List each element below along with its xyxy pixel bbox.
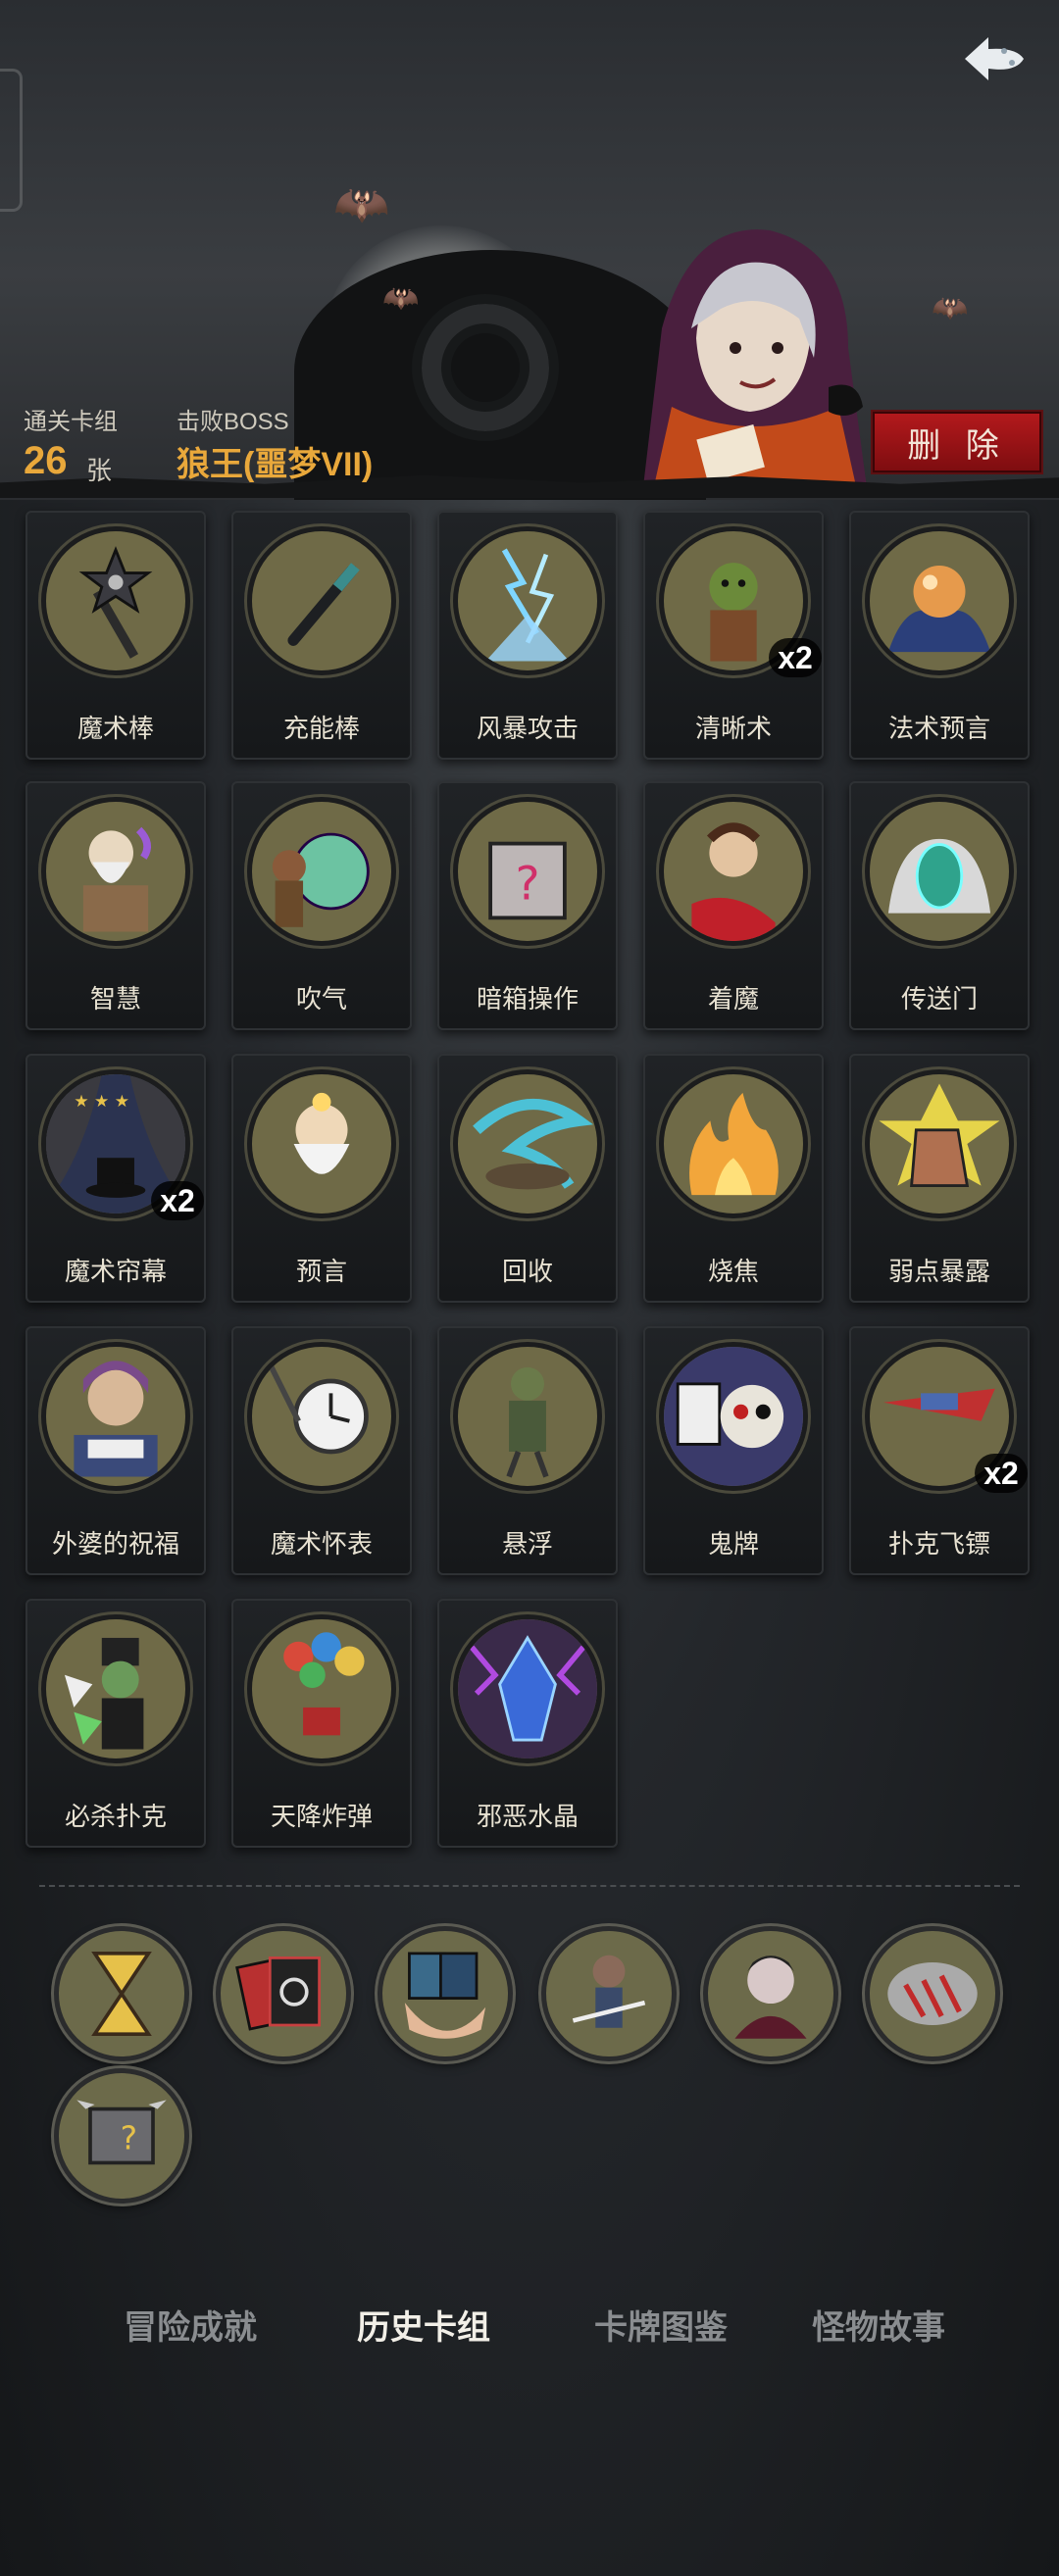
deck-card[interactable]: 风暴攻击 bbox=[437, 511, 618, 760]
card-count-unit: 张 bbox=[86, 456, 113, 485]
knife-juggler-icon[interactable] bbox=[541, 1926, 677, 2061]
card-name: 清晰术 bbox=[694, 714, 772, 743]
deck-card[interactable]: 魔术怀表 bbox=[231, 1326, 412, 1575]
back-arrow-icon bbox=[965, 37, 1024, 80]
card-count-badge: x2 bbox=[151, 1181, 204, 1220]
card-count-badge: x2 bbox=[975, 1454, 1028, 1493]
deck-card[interactable]: 智慧 bbox=[25, 781, 206, 1030]
tab-history-deck[interactable]: 历史卡组 bbox=[316, 2299, 531, 2357]
svg-text:★ ★ ★: ★ ★ ★ bbox=[74, 1092, 129, 1112]
swirl-icon bbox=[453, 1069, 602, 1218]
side-drawer-handle[interactable] bbox=[0, 69, 23, 212]
deck-card[interactable]: 传送门 bbox=[849, 781, 1030, 1030]
tab-card-codex[interactable]: 卡牌图鉴 bbox=[553, 2299, 769, 2357]
deck-card[interactable]: 弱点暴露 bbox=[849, 1054, 1030, 1303]
card-name: 传送门 bbox=[900, 984, 978, 1014]
deck-card[interactable]: 扑克飞镖 x2 bbox=[849, 1326, 1030, 1575]
balloon-bomb-icon bbox=[247, 1614, 396, 1763]
section-divider bbox=[39, 1885, 1020, 1887]
card-name: 智慧 bbox=[89, 984, 141, 1014]
bubble-icon bbox=[247, 797, 396, 946]
card-name: 回收 bbox=[501, 1257, 553, 1286]
star-wand-icon bbox=[41, 526, 190, 675]
card-name: 烧焦 bbox=[707, 1257, 759, 1286]
evil-crystal-icon bbox=[453, 1614, 602, 1763]
charged-rod-icon bbox=[247, 526, 396, 675]
deck-card[interactable]: 烧焦 bbox=[643, 1054, 824, 1303]
grandma-icon bbox=[41, 1342, 190, 1491]
bat-icon: 🦇 bbox=[932, 292, 969, 324]
card-name: 法术预言 bbox=[887, 714, 990, 743]
possessed-man-icon bbox=[659, 797, 808, 946]
deck-card[interactable]: 魔术棒 bbox=[25, 511, 206, 760]
tab-monster-stories[interactable]: 怪物故事 bbox=[771, 2299, 986, 2357]
bat-icon: 🦇 bbox=[382, 282, 420, 315]
card-name: 扑克飞镖 bbox=[887, 1529, 990, 1559]
spiked-box-icon[interactable]: ? bbox=[54, 2068, 189, 2204]
levitate-icon bbox=[453, 1342, 602, 1491]
deck-card[interactable]: ? 暗箱操作 bbox=[437, 781, 618, 1030]
deck-card[interactable]: 回收 bbox=[437, 1054, 618, 1303]
fire-icon bbox=[659, 1069, 808, 1218]
card-name: 魔术棒 bbox=[76, 714, 154, 743]
bat-icon: 🦇 bbox=[333, 178, 390, 229]
deck-card[interactable]: ★ ★ ★ 魔术帘幕 x2 bbox=[25, 1054, 206, 1303]
boot-icon bbox=[865, 1069, 1014, 1218]
crystal-ball-icon bbox=[865, 526, 1014, 675]
tab-achievements[interactable]: 冒险成就 bbox=[82, 2299, 298, 2357]
deck-card[interactable]: 吹气 bbox=[231, 781, 412, 1030]
hourglass-icon[interactable] bbox=[54, 1926, 189, 2061]
card-name: 外婆的祝福 bbox=[51, 1529, 179, 1559]
card-count-value: 26 bbox=[24, 439, 68, 482]
spiral-cards-icon[interactable] bbox=[216, 1926, 351, 2061]
card-name: 风暴攻击 bbox=[476, 714, 579, 743]
deck-card[interactable]: 着魔 bbox=[643, 781, 824, 1030]
card-name: 魔术帘幕 bbox=[64, 1257, 167, 1286]
skull-card-icon bbox=[659, 1342, 808, 1491]
deck-card[interactable]: 外婆的祝福 bbox=[25, 1326, 206, 1575]
witch-portrait bbox=[642, 229, 868, 495]
old-sage-icon bbox=[41, 797, 190, 946]
mystery-box-icon: ? bbox=[453, 797, 602, 946]
card-name: 暗箱操作 bbox=[476, 984, 579, 1014]
deck-card[interactable]: 充能棒 bbox=[231, 511, 412, 760]
card-name: 着魔 bbox=[707, 984, 759, 1014]
card-name: 鬼牌 bbox=[707, 1529, 759, 1559]
deck-card[interactable]: 天降炸弹 bbox=[231, 1599, 412, 1848]
boss-name: 狼王(噩梦VII) bbox=[176, 446, 374, 483]
svg-text:?: ? bbox=[515, 857, 539, 911]
card-name: 吹气 bbox=[295, 984, 347, 1014]
svg-text:?: ? bbox=[121, 2119, 137, 2157]
spiral-hill-decoration bbox=[412, 294, 559, 441]
deck-card[interactable]: 邪恶水晶 bbox=[437, 1599, 618, 1848]
claw-cloud-icon[interactable] bbox=[865, 1926, 1000, 2061]
card-name: 悬浮 bbox=[501, 1529, 553, 1559]
deck-card[interactable]: 悬浮 bbox=[437, 1326, 618, 1575]
vampire-icon[interactable] bbox=[703, 1926, 838, 2061]
card-name: 魔术怀表 bbox=[270, 1529, 373, 1559]
header-banner: 🦇 🦇 🦇 通关卡组 26 张 击败BOSS 狼王(噩梦VII) 删 除 bbox=[0, 0, 1059, 500]
dealer-icon bbox=[41, 1614, 190, 1763]
deck-card[interactable]: 法术预言 bbox=[849, 511, 1030, 760]
cleared-deck-label: 通关卡组 bbox=[24, 409, 118, 435]
deck-card[interactable]: 清晰术 x2 bbox=[643, 511, 824, 760]
card-name: 弱点暴露 bbox=[887, 1257, 990, 1286]
card-name: 充能棒 bbox=[282, 714, 360, 743]
pocket-watch-icon bbox=[247, 1342, 396, 1491]
hand-cards-icon[interactable] bbox=[378, 1926, 513, 2061]
card-name: 天降炸弹 bbox=[270, 1802, 373, 1831]
delete-button[interactable]: 删 除 bbox=[873, 412, 1041, 472]
card-name: 预言 bbox=[295, 1257, 347, 1286]
card-name: 邪恶水晶 bbox=[476, 1802, 579, 1831]
storm-icon bbox=[453, 526, 602, 675]
deck-card[interactable]: 鬼牌 bbox=[643, 1326, 824, 1575]
back-button[interactable] bbox=[951, 20, 1037, 98]
prophet-icon bbox=[247, 1069, 396, 1218]
card-count-badge: x2 bbox=[769, 638, 822, 677]
deck-card[interactable]: 必杀扑克 bbox=[25, 1599, 206, 1848]
boss-label: 击败BOSS bbox=[176, 409, 289, 435]
portal-icon bbox=[865, 797, 1014, 946]
card-name: 必杀扑克 bbox=[64, 1802, 167, 1831]
deck-card[interactable]: 预言 bbox=[231, 1054, 412, 1303]
